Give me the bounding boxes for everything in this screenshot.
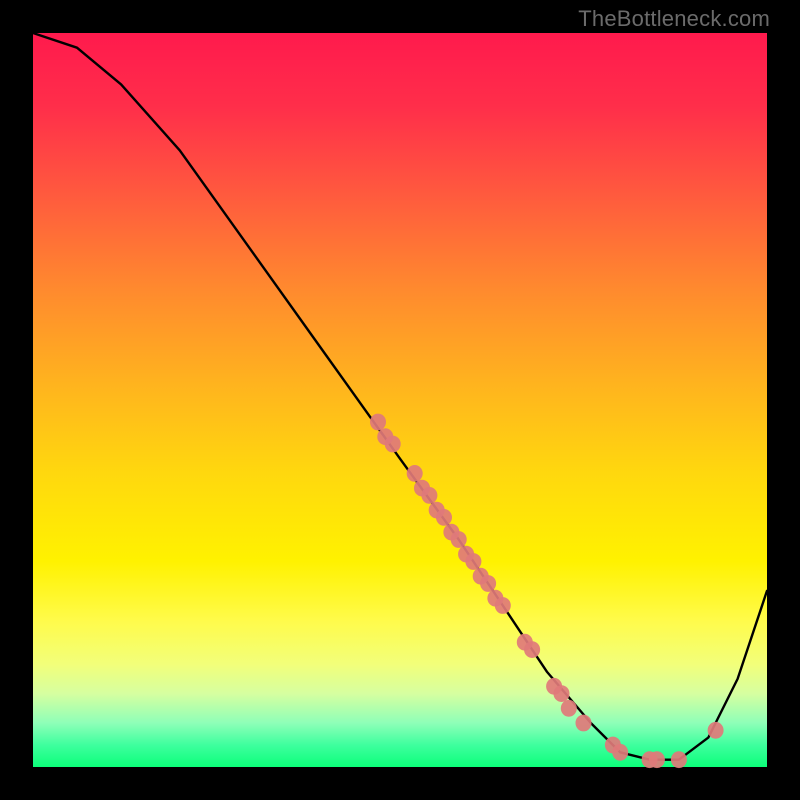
chart-frame: TheBottleneck.com: [0, 0, 800, 800]
curve-line: [33, 33, 767, 760]
watermark-text: TheBottleneck.com: [578, 6, 770, 32]
curve-markers: [370, 414, 724, 768]
chart-svg: [33, 33, 767, 767]
